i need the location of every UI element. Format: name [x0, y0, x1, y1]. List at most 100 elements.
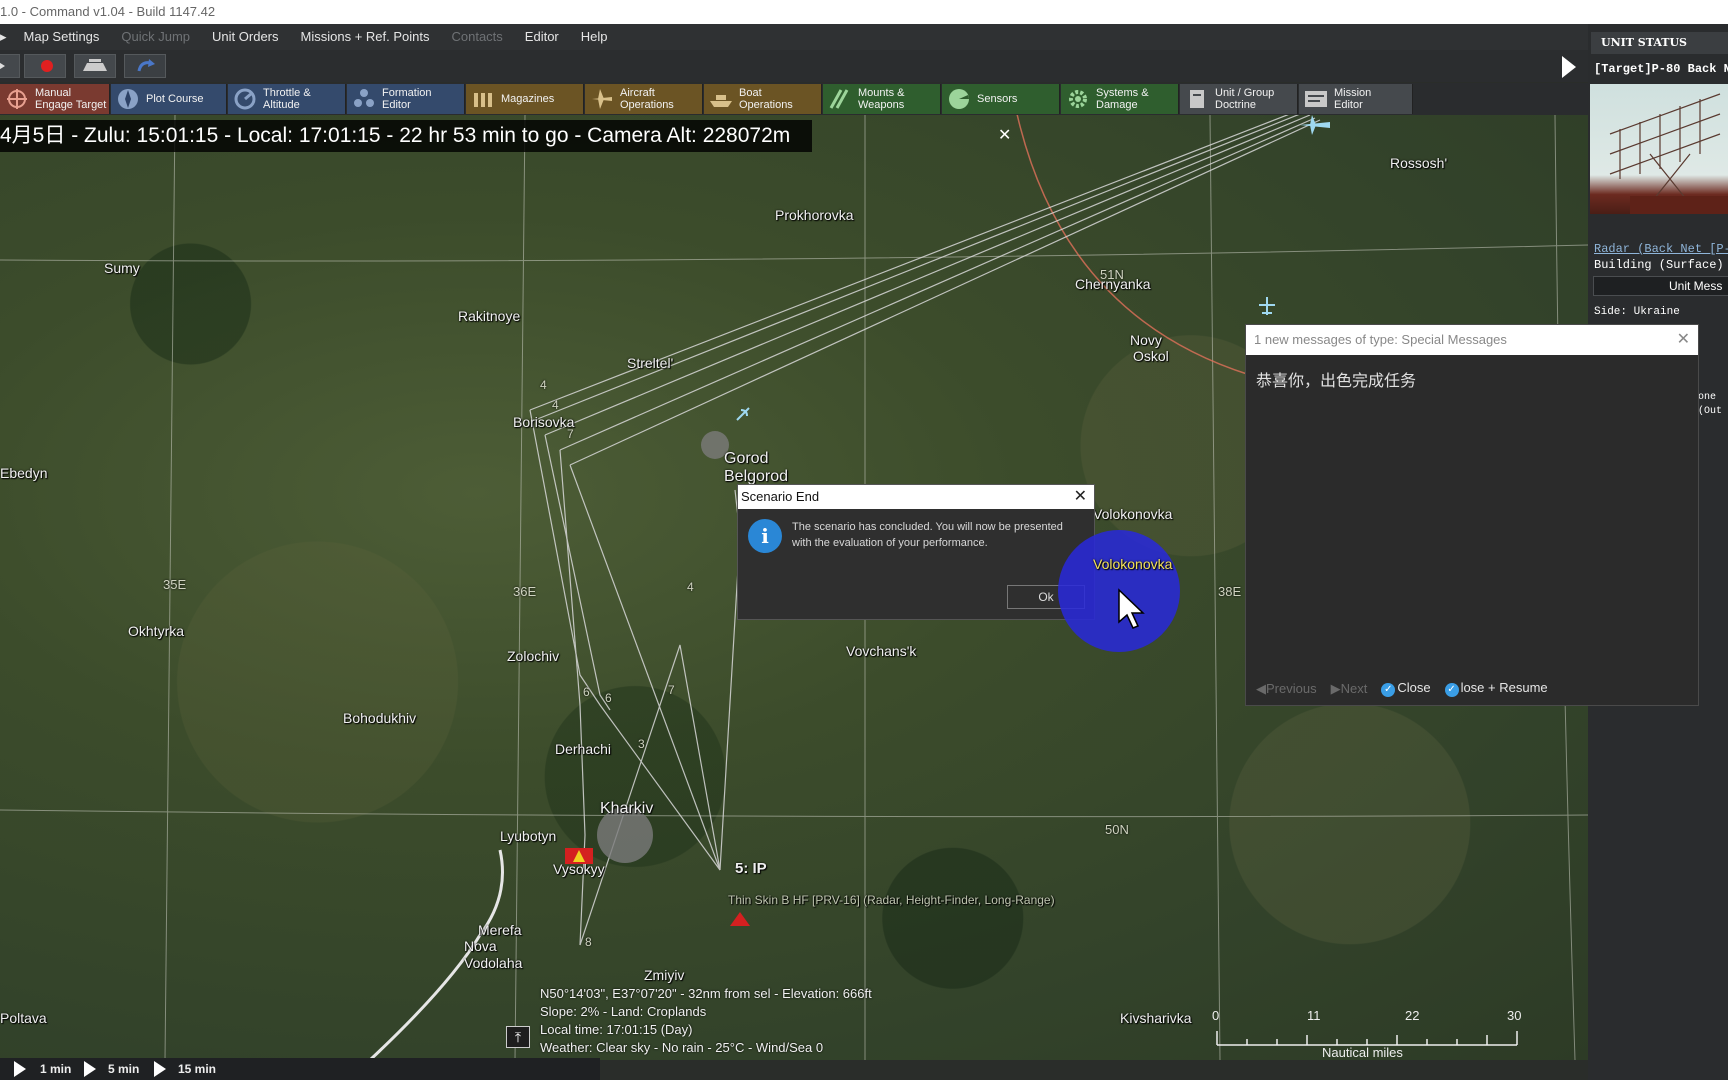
city-label: Okhtyrka — [128, 623, 185, 639]
formation-icon — [351, 87, 377, 111]
plot-course-button[interactable]: Plot Course — [111, 84, 227, 114]
close-resume-label: lose + Resume — [1460, 680, 1548, 695]
grid-label: 36E — [513, 584, 537, 599]
record-button[interactable] — [24, 54, 66, 78]
coords-terrain: Slope: 2% - Land: Croplands — [540, 1004, 707, 1019]
sensors-button[interactable]: Sensors — [942, 84, 1060, 114]
playback-control-bar — [0, 50, 1588, 82]
check-icon: ✓ — [1381, 683, 1396, 697]
tb-label: Systems & — [1096, 87, 1149, 99]
airbase-unit-icon[interactable] — [1256, 293, 1278, 319]
menu-arrow-icon[interactable]: ▸ — [0, 29, 13, 45]
systems-damage-button[interactable]: Systems & Damage — [1061, 84, 1179, 114]
dialog-message: The scenario has concluded. You will now… — [792, 521, 1063, 549]
time-step-15min[interactable]: 15 min — [178, 1062, 216, 1076]
next-arrow-icon: ▶ — [1330, 680, 1341, 696]
dialog-title: Scenario End — [741, 489, 820, 504]
city-label: Bohodukhiv — [343, 710, 417, 726]
manual-engage-button[interactable]: Manual Engage Target — [0, 84, 110, 114]
tb-label: Aircraft — [620, 87, 655, 99]
expand-up-button[interactable]: ⤒ — [506, 1026, 530, 1048]
tb-label: Damage — [1096, 99, 1138, 111]
tb-label: Weapons — [858, 99, 905, 111]
time-info-text: 4月5日 - Zulu: 15:01:15 - Local: 17:01:15 … — [0, 124, 791, 147]
close-label: Close — [1397, 680, 1431, 695]
city-label: Lyubotyn — [500, 828, 557, 844]
waypoint-marker[interactable]: 7 — [567, 427, 574, 441]
city-label: Nova — [464, 938, 497, 954]
scale-tick-label: 11 — [1307, 1008, 1321, 1023]
window-title: 1.0 - Command v1.04 - Build 1147.42 — [0, 4, 216, 19]
unit-type-link[interactable]: Radar (Back Net [P-8 — [1594, 242, 1728, 256]
tb-label: Doctrine — [1215, 99, 1256, 111]
menu-help[interactable]: Help — [570, 24, 619, 50]
throttle-icon — [232, 87, 258, 111]
menu-editor[interactable]: Editor — [514, 24, 570, 50]
boat-operations-button[interactable]: Boat Operations — [704, 84, 822, 114]
layers-button[interactable] — [74, 54, 116, 78]
menu-unit-orders[interactable]: Unit Orders — [201, 24, 289, 50]
doctrine-button[interactable]: Unit / Group Doctrine — [1180, 84, 1298, 114]
collapse-panel-icon[interactable] — [1558, 52, 1580, 82]
formation-editor-button[interactable]: Formation Editor — [347, 84, 465, 114]
messages-close-icon[interactable]: ✕ — [1677, 325, 1690, 355]
compass-icon — [115, 87, 141, 111]
message-body: 恭喜你，出色完成任务 — [1256, 371, 1417, 390]
city-label: Oskol — [1133, 348, 1169, 364]
info-icon: i — [748, 519, 782, 553]
play-button[interactable] — [0, 54, 20, 78]
time-step-1min[interactable]: 1 min — [40, 1062, 71, 1076]
city-label: Streltel' — [627, 355, 674, 371]
cursor-coordinates: N50°14'03", E37°07'20" - 32nm from sel -… — [540, 985, 872, 1057]
waypoint-marker[interactable]: 6 — [583, 685, 590, 699]
hostile-sam-icon[interactable] — [565, 846, 595, 866]
waypoint-marker[interactable]: 3 — [638, 737, 645, 751]
sensor-icon — [946, 87, 972, 111]
aircraft-operations-button[interactable]: Aircraft Operations — [585, 84, 703, 114]
magazines-button[interactable]: Magazines — [466, 84, 584, 114]
dialog-close-icon[interactable]: ✕ — [1074, 485, 1087, 509]
scale-tick-label: 22 — [1405, 1008, 1420, 1023]
tb-label: Editor — [382, 99, 411, 111]
scale-tick-label: 0 — [1212, 1008, 1220, 1023]
weapons-icon — [827, 87, 853, 111]
radar-unit-icon[interactable] — [733, 402, 755, 424]
unit-toolbar: Manual Engage Target Plot Course Throttle… — [0, 83, 1588, 115]
tb-label: Plot Course — [146, 93, 204, 105]
map-close-icon[interactable]: ✕ — [998, 125, 1011, 145]
throttle-altitude-button[interactable]: Throttle & Altitude — [228, 84, 346, 114]
play-15min-icon[interactable] — [152, 1060, 168, 1078]
time-compression-bar: 1 min 5 min 15 min — [0, 1058, 600, 1080]
special-messages-window: 1 new messages of type: Special Messages… — [1245, 324, 1699, 706]
waypoint-ip-label[interactable]: 5: IP — [735, 860, 767, 877]
unit-status-header: UNIT STATUS — [1591, 32, 1728, 54]
unit-status-fragment: (Out o — [1698, 406, 1728, 417]
waypoint-marker[interactable]: 8 — [585, 935, 592, 949]
close-button[interactable]: ✓ Close — [1381, 680, 1431, 697]
scale-bar: 0 11 22 30 Nautical miles — [1210, 1005, 1530, 1060]
play-5min-icon[interactable] — [82, 1060, 98, 1078]
unit-label[interactable]: Thin Skin B HF [PRV-16] (Radar, Height-F… — [728, 893, 1055, 907]
hostile-radar-icon[interactable] — [728, 910, 752, 928]
tb-label: Manual — [35, 87, 72, 99]
waypoint-marker[interactable]: 4 — [687, 580, 694, 594]
time-info-bar: 4月5日 - Zulu: 15:01:15 - Local: 17:01:15 … — [0, 120, 812, 152]
mission-editor-button[interactable]: Mission Editor — [1299, 84, 1413, 114]
tb-label: Mission — [1334, 87, 1372, 99]
time-step-5min[interactable]: 5 min — [108, 1062, 139, 1076]
close-resume-button[interactable]: ✓ lose + Resume — [1444, 680, 1548, 697]
waypoint-marker[interactable]: 6 — [605, 691, 612, 705]
aircraft-unit-icon[interactable] — [1298, 115, 1332, 137]
quick-jump-button[interactable] — [124, 54, 166, 78]
waypoint-marker[interactable]: 7 — [668, 683, 675, 697]
waypoint-marker[interactable]: 4 — [540, 378, 547, 392]
city-label: Novy — [1130, 332, 1162, 348]
menu-map-settings[interactable]: Map Settings — [13, 24, 111, 50]
grid-label: 35E — [163, 577, 187, 592]
waypoint-marker[interactable]: 4 — [552, 398, 559, 412]
play-1min-icon[interactable] — [12, 1060, 28, 1078]
magazine-icon — [470, 87, 496, 111]
menu-missions[interactable]: Missions + Ref. Points — [290, 24, 441, 50]
mounts-weapons-button[interactable]: Mounts & Weapons — [823, 84, 941, 114]
unit-messages-button[interactable]: Unit Mess — [1593, 276, 1728, 296]
